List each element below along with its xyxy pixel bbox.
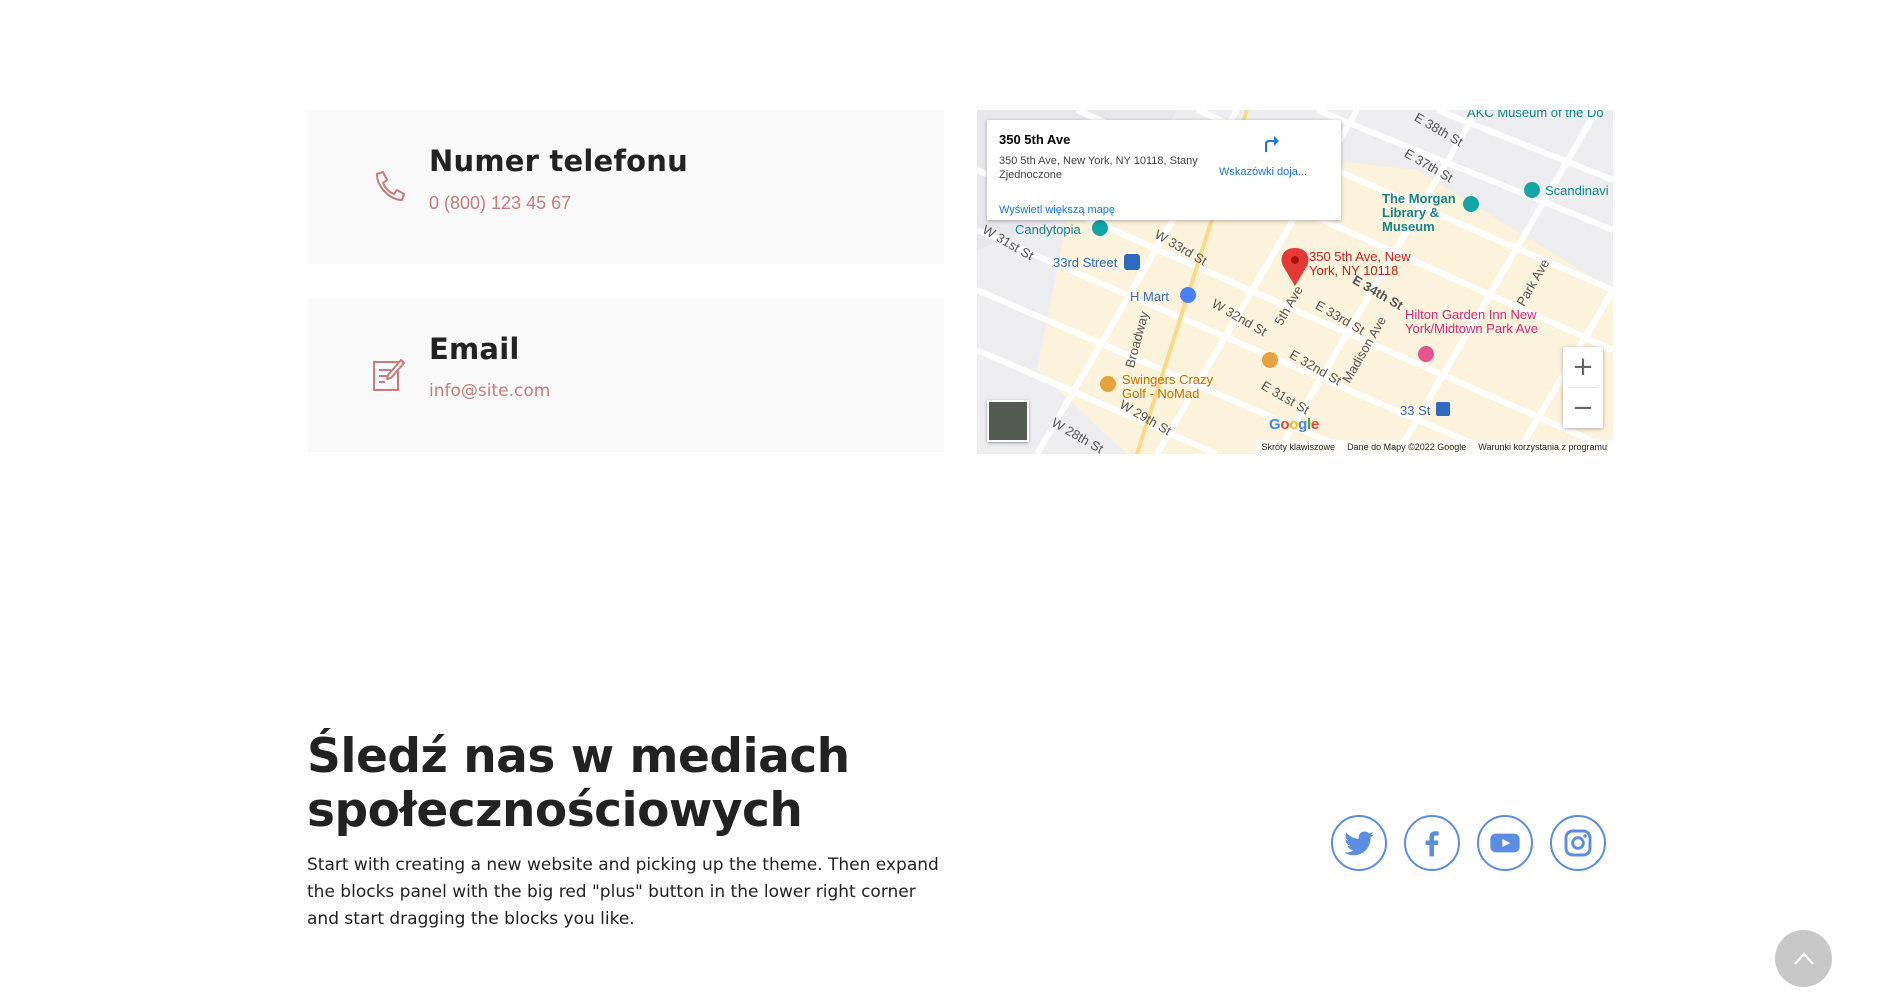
map-label-morgan: The Morgan Library & Museum <box>1382 191 1456 234</box>
zoom-out-button[interactable]: − <box>1563 388 1603 428</box>
phone-value[interactable]: 0 (800) 123 45 67 <box>429 193 571 214</box>
email-value[interactable]: info@site.com <box>429 381 550 401</box>
social-icons <box>1331 815 1606 871</box>
map-label-swingers: Swingers Crazy Golf - NoMad <box>1122 372 1214 401</box>
larger-map-link[interactable]: Wyświetl większą mapę <box>999 204 1115 216</box>
youtube-icon <box>1490 833 1520 853</box>
chevron-up-icon <box>1793 951 1814 965</box>
email-title: Email <box>429 332 520 366</box>
facebook-icon <box>1425 831 1439 857</box>
twitter-button[interactable] <box>1331 815 1387 871</box>
terms-link[interactable]: Warunki korzystania z programu <box>1478 442 1607 452</box>
google-logo: Google <box>1269 416 1319 433</box>
scroll-to-top-button[interactable] <box>1775 930 1832 987</box>
keyboard-shortcuts-link[interactable]: Skróty klawiszowe <box>1262 442 1336 452</box>
map-label-hmart: H Mart <box>1130 289 1169 304</box>
instagram-icon <box>1564 829 1592 857</box>
map-label-33rd-street: 33rd Street <box>1053 255 1118 270</box>
facebook-button[interactable] <box>1404 815 1460 871</box>
info-box-title: 350 5th Ave <box>999 132 1071 147</box>
social-title: Śledź nas w mediach społecznościowych <box>307 729 850 838</box>
directions-link[interactable]: Wskazówki doja... <box>1219 166 1307 178</box>
phone-title: Numer telefonu <box>429 144 688 178</box>
map-label-33-st: 33 St <box>1400 403 1431 418</box>
twitter-icon <box>1344 831 1374 856</box>
info-box-address: 350 5th Ave, New York, NY 10118, Stany Z… <box>999 155 1198 181</box>
directions-icon[interactable] <box>1259 132 1281 154</box>
social-description: Start with creating a new website and pi… <box>307 855 939 929</box>
map-label-candytopia: Candytopia <box>1015 222 1081 237</box>
satellite-toggle[interactable] <box>987 400 1029 442</box>
instagram-button[interactable] <box>1550 815 1606 871</box>
zoom-controls: + − <box>1563 347 1603 428</box>
map-pin-label: 350 5th Ave, New York, NY 10118 <box>1309 249 1411 278</box>
map-label-hilton: Hilton Garden Inn New York/Midtown Park … <box>1405 307 1538 336</box>
zoom-in-button[interactable]: + <box>1563 347 1603 387</box>
map-info-box: 350 5th Ave 350 5th Ave, New York, NY 10… <box>987 120 1341 220</box>
phone-card: Numer telefonu 0 (800) 123 45 67 <box>308 110 944 264</box>
map-footer: Skróty klawiszowe Dane do Mapy ©2022 Goo… <box>1255 440 1613 454</box>
map-label-scandinavia: Scandinavi <box>1545 183 1609 198</box>
map-data-attribution: Dane do Mapy ©2022 Google <box>1347 442 1467 452</box>
phone-icon <box>376 171 405 201</box>
note-edit-icon <box>373 359 405 391</box>
google-map[interactable]: AKC Museum of the Do The Morgan Library … <box>977 110 1613 454</box>
email-card: Email info@site.com <box>308 298 944 452</box>
youtube-button[interactable] <box>1477 815 1533 871</box>
map-label-akc: AKC Museum of the Do <box>1467 110 1604 120</box>
